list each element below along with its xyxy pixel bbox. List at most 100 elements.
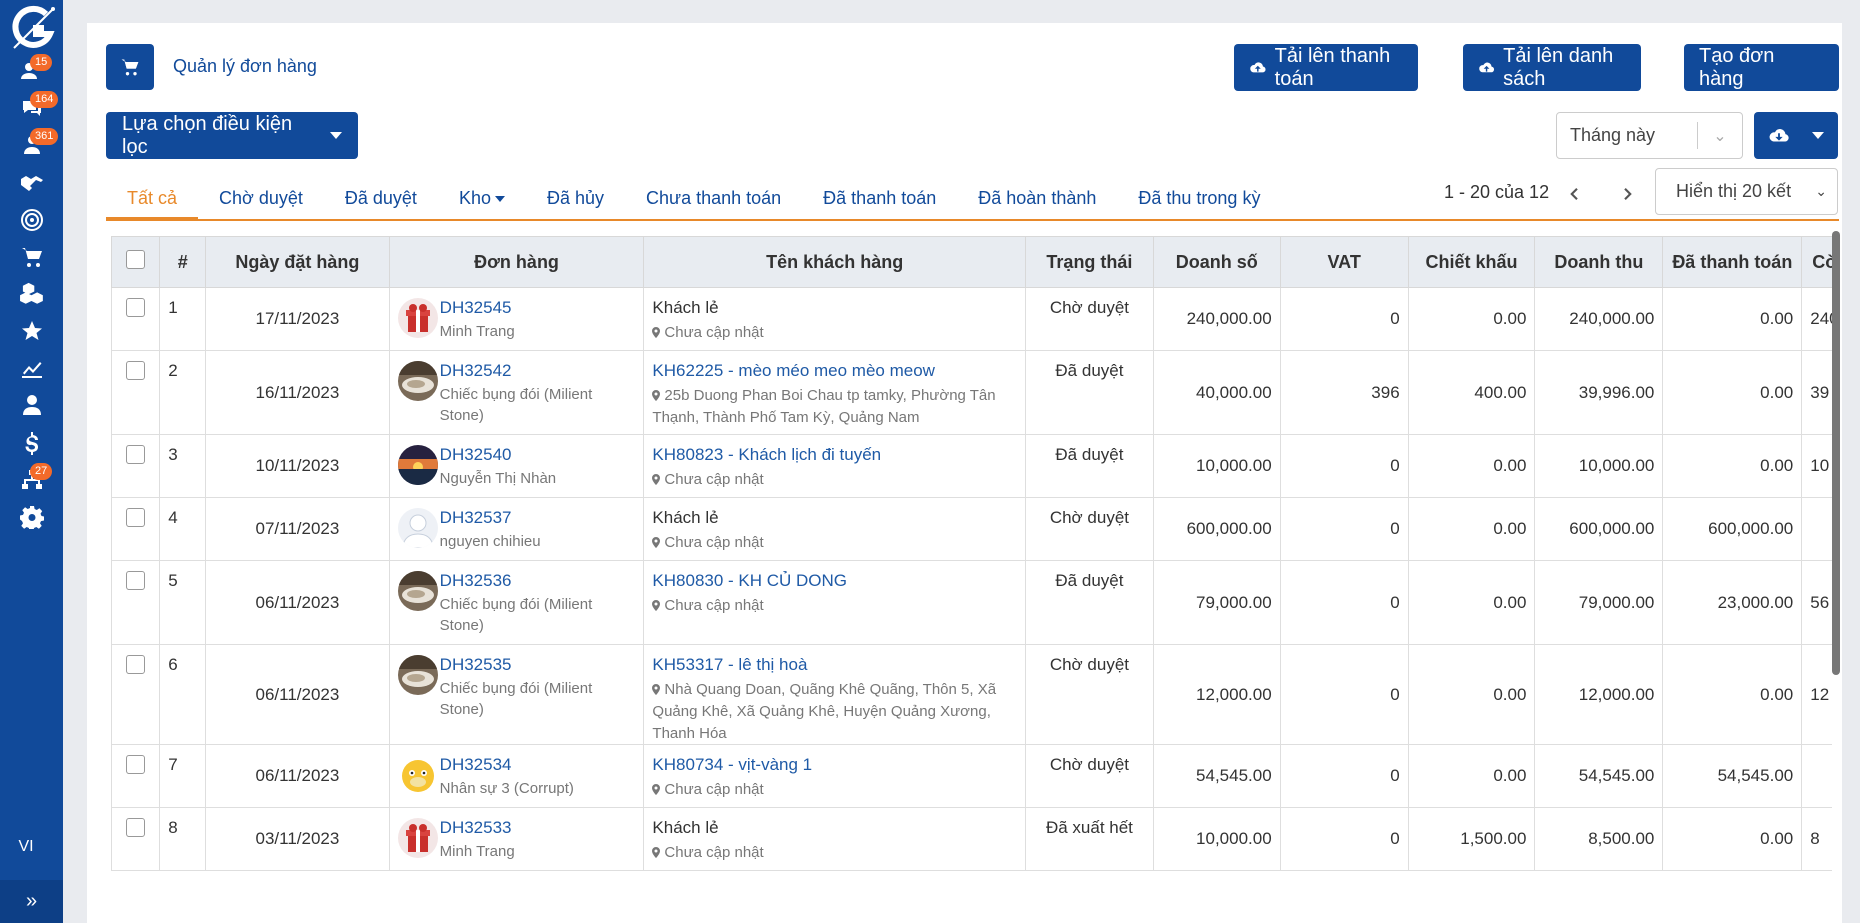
download-button[interactable] — [1754, 112, 1838, 159]
upload-list-label: Tải lên danh sách — [1503, 44, 1614, 90]
row-checkbox[interactable] — [126, 298, 146, 317]
sidebar-item[interactable]: 361 — [0, 126, 63, 164]
caret-down-icon — [1812, 132, 1824, 139]
tab-1[interactable]: Chờ duyệt — [198, 182, 324, 220]
row-checkbox[interactable] — [126, 755, 146, 775]
prev-page-button[interactable] — [1559, 179, 1589, 209]
tab-2[interactable]: Đã duyệt — [324, 182, 438, 220]
table-row[interactable]: 1 17/11/2023 DH32545 Minh Trang Khách lẻ… — [111, 287, 1832, 351]
orders-home-button[interactable] — [106, 44, 154, 90]
table-scrollbar[interactable] — [1832, 231, 1840, 675]
sidebar-item[interactable]: 164 — [0, 89, 63, 127]
revenue-cell: 8,500.00 — [1534, 807, 1664, 872]
sales-cell: 10,000.00 — [1152, 434, 1281, 498]
column-header[interactable]: Ngày đặt hàng — [205, 236, 390, 288]
app-logo-icon[interactable] — [6, 4, 58, 52]
table-row[interactable]: 7 06/11/2023 DH32534 Nhân sự 3 (Corrupt)… — [111, 744, 1832, 809]
column-header[interactable]: Doanh thu — [1534, 236, 1664, 288]
row-checkbox[interactable] — [126, 445, 146, 464]
sidebar-item[interactable] — [0, 349, 63, 387]
sidebar-item[interactable] — [0, 424, 63, 462]
order-code-link[interactable]: DH32537 — [440, 508, 636, 528]
row-checkbox[interactable] — [126, 508, 146, 527]
table-row[interactable]: 8 03/11/2023 DH32533 Minh Trang Khách lẻ… — [111, 807, 1832, 872]
table-row[interactable]: 3 10/11/2023 DH32540 Nguyễn Thị Nhàn KH8… — [111, 434, 1832, 498]
table-row[interactable]: 4 07/11/2023 DH32537 nguyen chihieu Khác… — [111, 497, 1832, 561]
order-code-link[interactable]: DH32533 — [440, 818, 636, 838]
row-number: 8 — [159, 807, 207, 872]
period-select[interactable]: Tháng này ⌄ — [1556, 112, 1743, 159]
order-staff: Nhân sự 3 (Corrupt) — [439, 780, 574, 798]
upload-payment-button[interactable]: Tải lên thanh toán — [1234, 44, 1418, 91]
tab-0[interactable]: Tất cả — [106, 182, 199, 220]
row-checkbox[interactable] — [126, 571, 146, 590]
customer-link[interactable]: KH80830 - KH CỦ DONG — [652, 571, 1017, 591]
tab-8[interactable]: Đã thu trong kỳ — [1117, 182, 1281, 220]
sales-cell: 600,000.00 — [1152, 497, 1281, 561]
sidebar-item[interactable] — [0, 164, 63, 202]
page-size-select[interactable]: Hiển thị 20 kết ⌄ — [1655, 168, 1838, 215]
tab-5[interactable]: Chưa thanh toán — [625, 182, 802, 220]
avatar — [397, 655, 438, 695]
row-checkbox[interactable] — [126, 818, 146, 838]
column-header[interactable]: Doanh số — [1152, 236, 1281, 288]
order-code-link[interactable]: DH32545 — [440, 298, 636, 318]
column-header[interactable]: Trạng thái — [1024, 236, 1154, 288]
order-code-link[interactable]: DH32540 — [440, 445, 636, 465]
select-all-checkbox[interactable] — [126, 250, 146, 269]
row-checkbox[interactable] — [126, 655, 146, 674]
tab-label: Chờ duyệt — [219, 188, 303, 208]
customer-address: Chưa cập nhật — [652, 842, 1017, 864]
column-header[interactable]: # — [159, 236, 207, 288]
paid-cell: 600,000.00 — [1662, 497, 1803, 561]
table-row[interactable]: 6 06/11/2023 DH32535 Chiếc bụng đói (Mil… — [111, 643, 1832, 746]
tab-3[interactable]: Kho — [438, 182, 526, 220]
avatar — [397, 298, 438, 338]
row-checkbox[interactable] — [126, 361, 146, 380]
upload-list-button[interactable]: Tải lên danh sách — [1463, 44, 1641, 91]
sidebar-item[interactable]: 27 — [0, 461, 63, 499]
column-header[interactable]: Đơn hàng — [388, 236, 645, 288]
customer-link[interactable]: KH62225 - mèo méo meo mèo meow — [652, 361, 1017, 381]
sidebar-item[interactable]: 15 — [0, 52, 63, 90]
status-cell: Đã xuất hết — [1024, 807, 1154, 872]
order-code-link[interactable]: DH32534 — [440, 755, 636, 775]
column-header[interactable]: Đã thanh toán — [1662, 236, 1803, 288]
sidebar-item[interactable] — [0, 386, 63, 424]
order-cell: DH32536 Chiếc bụng đói (Milient Stone) — [388, 560, 645, 645]
customer-link[interactable]: KH53317 - lê thị hoà — [652, 655, 1017, 675]
address-text: Nhà Quang Doan, Quãng Khê Quãng, Thôn 5,… — [652, 681, 997, 742]
column-header[interactable]: VAT — [1279, 236, 1409, 288]
expand-sidebar-button[interactable]: » — [0, 880, 63, 923]
order-code-link[interactable]: DH32536 — [440, 571, 636, 591]
sidebar-item[interactable] — [0, 238, 63, 276]
customer-link[interactable]: KH80823 - Khách lịch đi tuyến — [652, 445, 1017, 465]
sidebar-item[interactable] — [0, 498, 63, 536]
table-row[interactable]: 5 06/11/2023 DH32536 Chiếc bụng đói (Mil… — [111, 560, 1832, 645]
order-code-link[interactable]: DH32535 — [440, 655, 636, 675]
paid-cell: 0.00 — [1662, 807, 1803, 872]
discount-cell: 0.00 — [1407, 287, 1536, 351]
tab-4[interactable]: Đã hủy — [526, 182, 625, 220]
filter-conditions-button[interactable]: Lựa chọn điều kiện lọc — [106, 112, 358, 159]
language-switch[interactable]: VI — [0, 838, 52, 856]
sidebar-item[interactable] — [0, 312, 63, 350]
vat-cell: 396 — [1279, 350, 1409, 435]
column-header[interactable]: Chiết khấu — [1407, 236, 1536, 288]
address-text: Chưa cập nhật — [664, 781, 764, 799]
create-order-button[interactable]: Tạo đơn hàng — [1684, 44, 1839, 91]
sidebar-item[interactable] — [0, 275, 63, 313]
boxes-icon — [19, 282, 43, 304]
column-header[interactable]: Cò — [1801, 236, 1832, 288]
tab-6[interactable]: Đã thanh toán — [802, 182, 957, 220]
tab-7[interactable]: Đã hoàn thành — [957, 182, 1117, 220]
revenue-cell: 39,996.00 — [1534, 350, 1664, 435]
column-header[interactable]: Tên khách hàng — [643, 236, 1026, 288]
dollar-icon — [25, 432, 38, 455]
sidebar-item[interactable] — [0, 201, 63, 239]
order-cell: DH32533 Minh Trang — [388, 807, 645, 872]
order-code-link[interactable]: DH32542 — [440, 361, 636, 381]
table-row[interactable]: 2 16/11/2023 DH32542 Chiếc bụng đói (Mil… — [111, 350, 1832, 435]
next-page-button[interactable] — [1613, 179, 1643, 209]
customer-link[interactable]: KH80734 - vịt-vàng 1 — [652, 755, 1017, 775]
